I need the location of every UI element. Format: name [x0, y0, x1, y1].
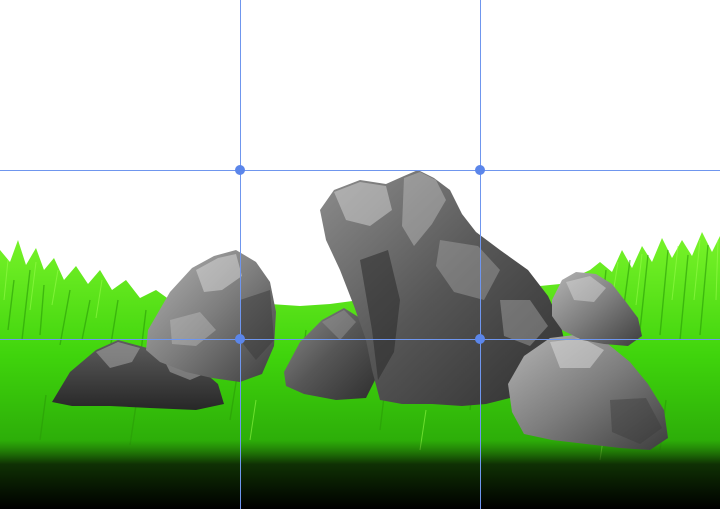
- soil-shadow: [0, 440, 720, 509]
- image-canvas[interactable]: [0, 0, 720, 509]
- rock-grass-image: [0, 170, 720, 509]
